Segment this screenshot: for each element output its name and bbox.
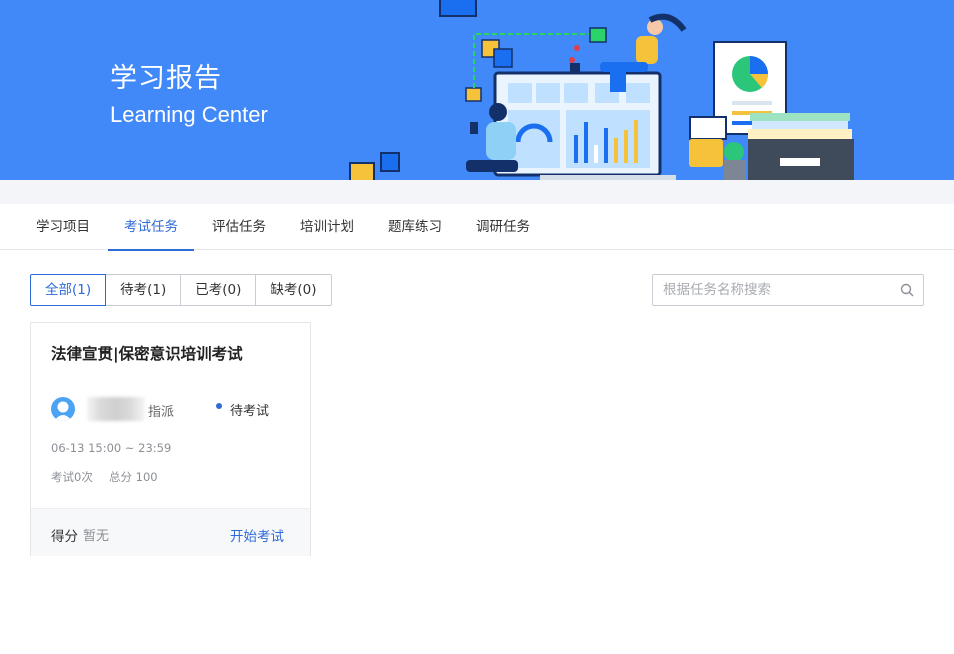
tab-question-bank[interactable]: 题库练习 <box>372 204 458 250</box>
score-label: 得分 <box>51 529 78 545</box>
filter-taken-button[interactable]: 已考(0) <box>180 274 257 306</box>
banner-title: 学习报告 <box>110 63 222 94</box>
search-icon[interactable] <box>900 283 914 297</box>
score-value: 暂无 <box>83 529 110 544</box>
banner-divider <box>0 180 954 204</box>
tab-evaluation-tasks[interactable]: 评估任务 <box>196 204 282 250</box>
status-dot-icon <box>216 403 222 409</box>
exam-card: 法律宣贯|保密意识培训考试 指派 待考试 06-13 15:00 ~ 23:59… <box>30 322 311 556</box>
search-box <box>652 274 924 306</box>
tab-exam-tasks[interactable]: 考试任务 <box>108 204 194 251</box>
exam-time: 06-13 15:00 ~ 23:59 <box>51 441 172 455</box>
avatar <box>51 397 75 421</box>
status-badge: 待考试 <box>230 404 270 419</box>
exam-attempts: 考试0次 <box>51 470 93 484</box>
banner-subtitle: Learning Center <box>110 102 268 127</box>
exam-title[interactable]: 法律宣贯|保密意识培训考试 <box>51 342 243 364</box>
start-exam-button[interactable]: 开始考试 <box>230 525 284 545</box>
filter-absent-button[interactable]: 缺考(0) <box>255 274 332 306</box>
assigner-name-redacted <box>87 397 145 421</box>
tab-learning-projects[interactable]: 学习项目 <box>20 204 106 250</box>
tab-survey-tasks[interactable]: 调研任务 <box>460 204 546 250</box>
filter-pending-button[interactable]: 待考(1) <box>105 274 182 306</box>
task-tabs: 学习项目 考试任务 评估任务 培训计划 题库练习 调研任务 <box>0 204 954 251</box>
assigned-label: 指派 <box>148 405 175 420</box>
banner: 学习报告 Learning Center <box>0 0 954 180</box>
search-input[interactable] <box>663 275 893 305</box>
status-filter-group: 全部(1) 待考(1) 已考(0) 缺考(0) <box>30 274 332 306</box>
banner-illustration <box>349 0 854 180</box>
tab-training-plans[interactable]: 培训计划 <box>284 204 370 250</box>
exam-total-score: 总分 100 <box>109 470 158 484</box>
card-footer: 得分 暂无 开始考试 <box>31 508 310 556</box>
user-icon <box>54 401 72 421</box>
filter-all-button[interactable]: 全部(1) <box>30 274 107 306</box>
